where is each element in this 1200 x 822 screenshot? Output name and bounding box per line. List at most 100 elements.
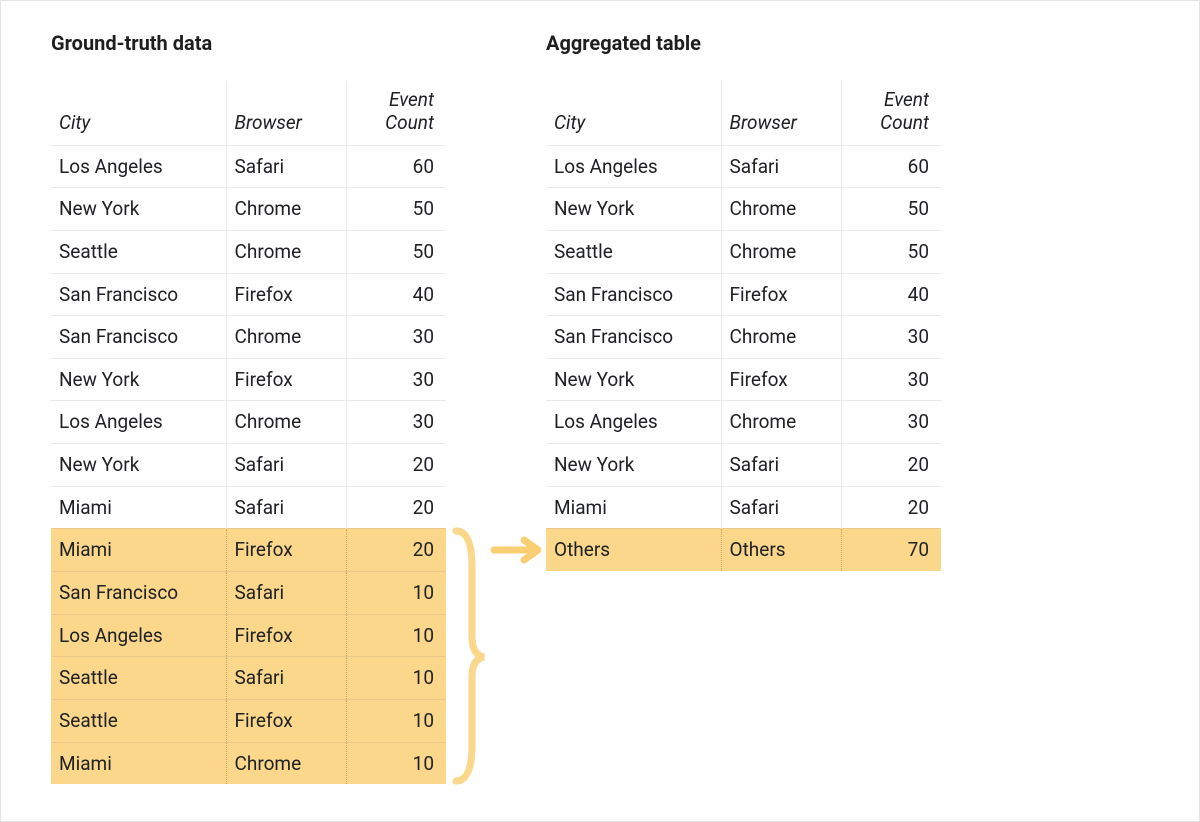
arrow-icon bbox=[490, 535, 550, 565]
comparison-figure: Ground-truth data City Browser Event Cou… bbox=[0, 0, 1200, 822]
cell-browser: Safari bbox=[226, 572, 346, 615]
cell-city: Los Angeles bbox=[51, 401, 226, 444]
table-row: New YorkFirefox30 bbox=[51, 358, 446, 401]
table-row: New YorkFirefox30 bbox=[546, 358, 941, 401]
table-row: SeattleFirefox10 bbox=[51, 699, 446, 742]
cell-browser: Firefox bbox=[226, 699, 346, 742]
col-header-city: City bbox=[51, 81, 226, 145]
table-row: MiamiFirefox20 bbox=[51, 529, 446, 572]
cell-count: 60 bbox=[841, 145, 941, 188]
table-row: San FranciscoChrome30 bbox=[546, 316, 941, 359]
cell-city: Seattle bbox=[51, 699, 226, 742]
cell-city: New York bbox=[546, 444, 721, 487]
cell-city: New York bbox=[51, 358, 226, 401]
table-row: Los AngelesSafari60 bbox=[546, 145, 941, 188]
cell-browser: Others bbox=[721, 529, 841, 571]
aggregated-title: Aggregated table bbox=[546, 31, 941, 55]
cell-browser: Safari bbox=[226, 145, 346, 188]
aggregated-tbody: Los AngelesSafari60New YorkChrome50Seatt… bbox=[546, 145, 941, 571]
cell-browser: Firefox bbox=[226, 358, 346, 401]
cell-count: 40 bbox=[346, 273, 446, 316]
table-row: SeattleChrome50 bbox=[51, 230, 446, 273]
aggregated-block: Aggregated table City Browser Event Coun… bbox=[546, 31, 941, 571]
cell-browser: Chrome bbox=[721, 230, 841, 273]
cell-city: Others bbox=[546, 529, 721, 571]
cell-city: San Francisco bbox=[51, 316, 226, 359]
cell-city: Seattle bbox=[51, 657, 226, 700]
cell-city: New York bbox=[546, 358, 721, 401]
table-row: San FranciscoSafari10 bbox=[51, 572, 446, 615]
cell-city: Los Angeles bbox=[546, 401, 721, 444]
cell-browser: Safari bbox=[226, 657, 346, 700]
table-row: MiamiSafari20 bbox=[51, 486, 446, 529]
brace-icon bbox=[450, 527, 490, 787]
cell-city: Los Angeles bbox=[546, 145, 721, 188]
cell-city: San Francisco bbox=[546, 316, 721, 359]
ground-truth-title: Ground-truth data bbox=[51, 31, 446, 55]
aggregated-table: City Browser Event Count Los AngelesSafa… bbox=[546, 81, 941, 571]
col-header-count: Event Count bbox=[841, 81, 941, 145]
cell-city: Seattle bbox=[51, 230, 226, 273]
table-row: New YorkChrome50 bbox=[51, 188, 446, 231]
cell-count: 50 bbox=[841, 230, 941, 273]
cell-count: 20 bbox=[841, 444, 941, 487]
cell-count: 30 bbox=[346, 401, 446, 444]
cell-count: 10 bbox=[346, 657, 446, 700]
cell-city: San Francisco bbox=[51, 273, 226, 316]
col-header-count: Event Count bbox=[346, 81, 446, 145]
table-row: New YorkChrome50 bbox=[546, 188, 941, 231]
col-header-browser: Browser bbox=[721, 81, 841, 145]
columns: Ground-truth data City Browser Event Cou… bbox=[51, 31, 1164, 784]
cell-city: Miami bbox=[51, 742, 226, 784]
cell-browser: Chrome bbox=[226, 188, 346, 231]
table-row: San FranciscoChrome30 bbox=[51, 316, 446, 359]
table-row: SeattleChrome50 bbox=[546, 230, 941, 273]
cell-count: 50 bbox=[841, 188, 941, 231]
cell-city: New York bbox=[51, 444, 226, 487]
table-row: OthersOthers70 bbox=[546, 529, 941, 571]
cell-count: 60 bbox=[346, 145, 446, 188]
cell-city: Los Angeles bbox=[51, 614, 226, 657]
cell-count: 10 bbox=[346, 699, 446, 742]
cell-browser: Chrome bbox=[226, 742, 346, 784]
cell-city: Miami bbox=[546, 486, 721, 529]
table-row: San FranciscoFirefox40 bbox=[546, 273, 941, 316]
cell-count: 20 bbox=[346, 486, 446, 529]
cell-browser: Firefox bbox=[226, 273, 346, 316]
cell-city: New York bbox=[546, 188, 721, 231]
table-row: San FranciscoFirefox40 bbox=[51, 273, 446, 316]
cell-city: San Francisco bbox=[51, 572, 226, 615]
table-row: MiamiSafari20 bbox=[546, 486, 941, 529]
ground-truth-tbody: Los AngelesSafari60New YorkChrome50Seatt… bbox=[51, 145, 446, 784]
table-row: Los AngelesSafari60 bbox=[51, 145, 446, 188]
cell-count: 30 bbox=[346, 316, 446, 359]
cell-count: 70 bbox=[841, 529, 941, 571]
cell-city: New York bbox=[51, 188, 226, 231]
cell-browser: Chrome bbox=[721, 401, 841, 444]
cell-browser: Chrome bbox=[226, 230, 346, 273]
cell-browser: Firefox bbox=[721, 358, 841, 401]
cell-city: Miami bbox=[51, 486, 226, 529]
cell-browser: Safari bbox=[721, 444, 841, 487]
cell-count: 30 bbox=[841, 316, 941, 359]
cell-count: 20 bbox=[346, 444, 446, 487]
cell-count: 20 bbox=[346, 529, 446, 572]
cell-browser: Safari bbox=[226, 486, 346, 529]
table-row: Los AngelesChrome30 bbox=[51, 401, 446, 444]
col-header-browser: Browser bbox=[226, 81, 346, 145]
cell-count: 10 bbox=[346, 572, 446, 615]
cell-count: 10 bbox=[346, 614, 446, 657]
cell-count: 40 bbox=[841, 273, 941, 316]
table-row: Los AngelesFirefox10 bbox=[51, 614, 446, 657]
cell-browser: Safari bbox=[721, 145, 841, 188]
cell-browser: Safari bbox=[721, 486, 841, 529]
cell-count: 50 bbox=[346, 230, 446, 273]
cell-browser: Firefox bbox=[226, 529, 346, 572]
ground-truth-table: City Browser Event Count Los AngelesSafa… bbox=[51, 81, 446, 784]
table-row: New YorkSafari20 bbox=[51, 444, 446, 487]
cell-count: 30 bbox=[346, 358, 446, 401]
cell-browser: Chrome bbox=[226, 316, 346, 359]
cell-city: Los Angeles bbox=[51, 145, 226, 188]
cell-count: 30 bbox=[841, 401, 941, 444]
cell-browser: Firefox bbox=[721, 273, 841, 316]
